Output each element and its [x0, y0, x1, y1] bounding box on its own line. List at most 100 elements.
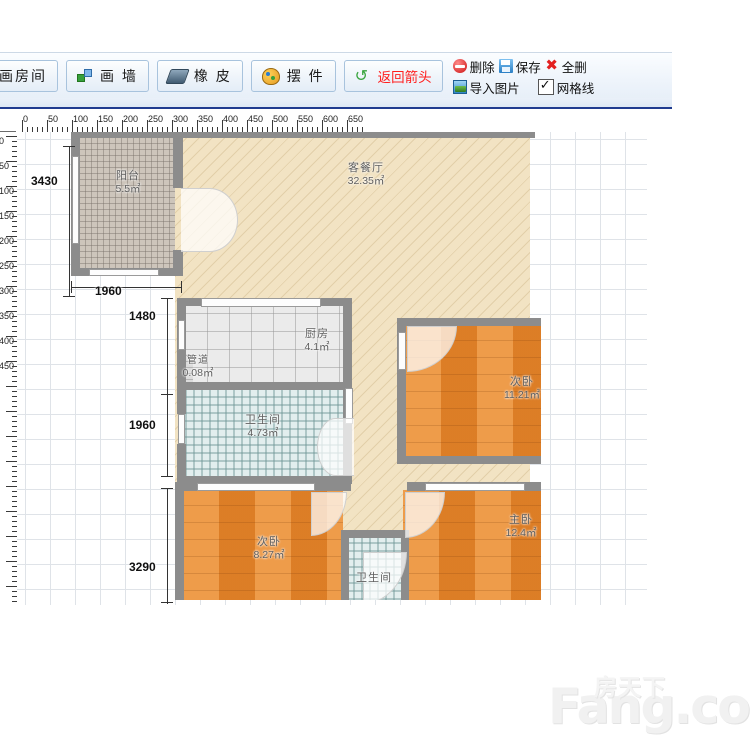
save-command[interactable]: 保存 [498, 57, 541, 76]
ruler-tick-major [6, 436, 17, 437]
ruler-tick-major [6, 136, 17, 137]
room-kitchen[interactable] [185, 304, 345, 386]
window-bath-left [178, 414, 185, 444]
ruler-label-v: 0 [0, 137, 4, 146]
ornaments-button[interactable]: 摆 件 [250, 60, 336, 92]
drawing-canvas[interactable]: 阳台 5.5㎡ 客餐厅 32.35㎡ 厨房 4.1㎡ 管道 0.08㎡ 卫生间 … [17, 132, 647, 605]
palette-icon [261, 67, 280, 85]
command-row-bottom: 导入图片 网格线 [452, 77, 595, 97]
ruler-label-h: 450 [248, 114, 264, 124]
checkbox-icon [537, 77, 554, 95]
door-balcony [181, 188, 238, 252]
page-bottom-area [0, 605, 750, 750]
delete-label: 删除 [469, 60, 495, 75]
ruler-tick-major [6, 586, 17, 587]
ornaments-label: 摆 件 [286, 68, 325, 84]
ruler-label-h: 50 [48, 114, 59, 124]
draw-wall-label: 画 墙 [100, 68, 138, 84]
ruler-label-h: 0 [23, 114, 29, 124]
window-kitchen-left [178, 320, 185, 350]
command-row-top: 删除 保存 ✖ 全删 [452, 57, 595, 76]
floorplan-editor-app: 画房间 画 墙 橡 皮 摆 件 ↺ 返回箭头 删除 保存 ✖ 全删 导入图片 ✓… [0, 0, 750, 750]
delete-all-label: 全删 [561, 60, 587, 75]
grid-lines-label: 网格线 [556, 81, 595, 96]
dimension-3430-text: 3430 [31, 174, 58, 188]
eraser-icon [165, 68, 190, 84]
toolbar-bottom-strip [0, 98, 672, 109]
window-bottom-bedroom-top [197, 483, 315, 491]
ruler-label-h: 300 [173, 114, 189, 124]
wall-balcony-right-lower [173, 250, 183, 276]
dimension-1960-balcony-text: 1960 [95, 284, 122, 298]
ruler-label-v: 50 [0, 161, 10, 171]
save-label: 保存 [515, 60, 541, 75]
room-balcony[interactable] [79, 136, 175, 270]
import-image-label: 导入图片 [469, 81, 520, 96]
back-arrow-button[interactable]: ↺ 返回箭头 [343, 60, 443, 92]
refresh-icon: ↺ [354, 67, 369, 85]
close-icon: ✖ [545, 57, 558, 74]
ruler-label-h: 650 [348, 114, 364, 124]
ruler-tick-major [6, 461, 17, 462]
wall-bedroom-r-bottom [397, 456, 541, 464]
window-master-top [425, 483, 525, 491]
back-arrow-label: 返回箭头 [377, 70, 432, 85]
delete-all-command[interactable]: ✖ 全删 [545, 57, 587, 76]
window-balcony-bottom [89, 269, 159, 276]
delete-command[interactable]: 删除 [452, 57, 495, 76]
ruler-label-h: 400 [223, 114, 239, 124]
top-blank-area [0, 0, 750, 52]
ruler-label-h: 100 [73, 114, 89, 124]
ruler-tick-major [6, 511, 17, 512]
wall-balcony-right-upper [173, 132, 183, 188]
wall-pipe-shaft-box [177, 352, 186, 388]
wall-balcony-top [71, 132, 183, 138]
draw-room-label: 画房间 [0, 68, 47, 84]
wall-bedroom-r-top [397, 318, 541, 326]
ruler-tick-major [6, 536, 17, 537]
door-bathroom-main [317, 418, 354, 476]
ruler-tick-major [6, 486, 17, 487]
canvas-right-margin [647, 132, 750, 605]
dimension-1480-text: 1480 [129, 309, 156, 323]
ruler-corner [0, 114, 17, 132]
window-balcony-left [72, 156, 79, 244]
command-cluster: 删除 保存 ✖ 全删 导入图片 网格线 [452, 56, 595, 97]
ruler-tick-major [6, 411, 17, 412]
wall-bottom-bath-top [341, 530, 409, 538]
draw-wall-button[interactable]: 画 墙 [66, 60, 149, 92]
ruler-tick-major [6, 561, 17, 562]
toolbar-right-filler [672, 52, 750, 98]
import-image-command[interactable]: 导入图片 [452, 78, 520, 97]
vertical-ruler[interactable]: 050100150200250300350400450 [0, 132, 18, 605]
ruler-label-h: 150 [98, 114, 114, 124]
ruler-label-h: 550 [298, 114, 314, 124]
toolbar: 画房间 画 墙 橡 皮 摆 件 ↺ 返回箭头 删除 保存 ✖ 全删 导入图片 ✓… [0, 52, 672, 100]
wall-bottom-bath-left [341, 530, 349, 600]
floorplan-image[interactable]: 阳台 5.5㎡ 客餐厅 32.35㎡ 厨房 4.1㎡ 管道 0.08㎡ 卫生间 … [45, 132, 541, 600]
window-kitchen-top [201, 298, 321, 307]
ruler-label-h: 250 [148, 114, 164, 124]
ruler-label-h: 200 [123, 114, 139, 124]
ruler-label-h: 350 [198, 114, 214, 124]
ruler-label-h: 600 [323, 114, 339, 124]
dimension-1960-bath-text: 1960 [129, 418, 156, 432]
wall-living-top [175, 132, 535, 138]
ruler-label-h: 500 [273, 114, 289, 124]
eraser-label: 橡 皮 [193, 68, 232, 84]
toolbar-strip-filler [672, 98, 750, 109]
delete-icon [452, 59, 467, 73]
wall-bath-left-lower [177, 384, 186, 414]
dimension-3290-text: 3290 [129, 560, 156, 574]
wall-bottom-left [175, 482, 184, 600]
horizontal-ruler[interactable]: 0 50 100 150 200 250 300 350 400 450 500 550 600 650 [16, 114, 750, 133]
save-icon [498, 59, 513, 73]
wall-icon [77, 69, 93, 83]
grid-lines-checkbox[interactable]: 网格线 [537, 77, 595, 97]
draw-room-button[interactable]: 画房间 [0, 60, 58, 92]
ruler-tick-major [6, 386, 17, 387]
window-bedroom-r-left [398, 332, 406, 370]
image-icon [452, 80, 467, 94]
wall-kitchen-bath-divider [177, 382, 351, 390]
eraser-button[interactable]: 橡 皮 [156, 60, 243, 92]
